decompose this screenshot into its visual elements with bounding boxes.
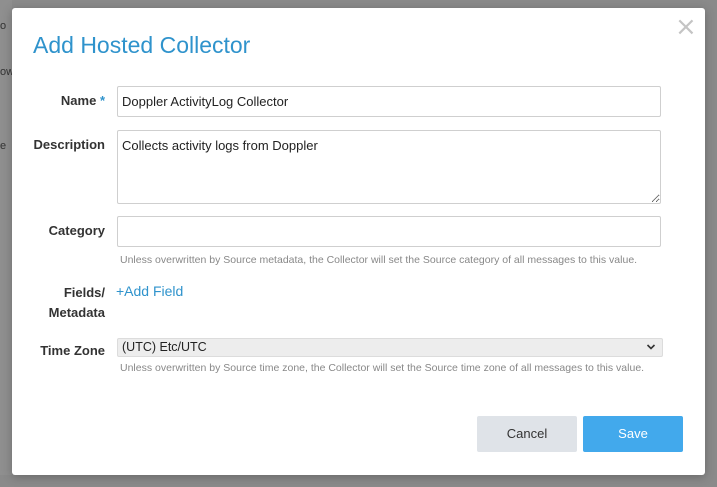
fields-label-line2: Metadata bbox=[48, 305, 105, 320]
category-input[interactable] bbox=[117, 216, 661, 247]
save-button[interactable]: Save bbox=[583, 416, 683, 452]
name-label-text: Name bbox=[60, 93, 97, 108]
category-label: Category bbox=[48, 223, 105, 238]
name-input[interactable] bbox=[117, 86, 661, 117]
description-textarea[interactable]: Collects activity logs from Doppler bbox=[117, 130, 661, 204]
backdrop-text: o bbox=[0, 20, 7, 32]
close-icon[interactable]: × bbox=[675, 14, 697, 40]
chevron-down-icon bbox=[646, 339, 656, 362]
name-label: Name * bbox=[15, 92, 105, 110]
category-help-text: Unless overwritten by Source metadata, t… bbox=[120, 254, 638, 266]
description-label: Description bbox=[33, 137, 105, 152]
fields-metadata-label: Fields/ Metadata bbox=[15, 284, 105, 322]
time-zone-select[interactable]: (UTC) Etc/UTC bbox=[117, 338, 663, 357]
backdrop-bottom bbox=[0, 475, 717, 487]
cancel-button[interactable]: Cancel bbox=[477, 416, 577, 452]
time-zone-help-text: Unless overwritten by Source time zone, … bbox=[120, 362, 645, 374]
add-field-link[interactable]: +Add Field bbox=[116, 283, 183, 299]
backdrop-text: e bbox=[0, 140, 7, 152]
required-marker: * bbox=[99, 93, 105, 108]
time-zone-label: Time Zone bbox=[40, 343, 105, 358]
dialog-title: Add Hosted Collector bbox=[33, 32, 251, 58]
fields-label-line1: Fields/ bbox=[63, 285, 105, 300]
time-zone-selected-value: (UTC) Etc/UTC bbox=[122, 340, 207, 354]
add-hosted-collector-dialog: × Add Hosted Collector Name * Descriptio… bbox=[12, 8, 705, 475]
